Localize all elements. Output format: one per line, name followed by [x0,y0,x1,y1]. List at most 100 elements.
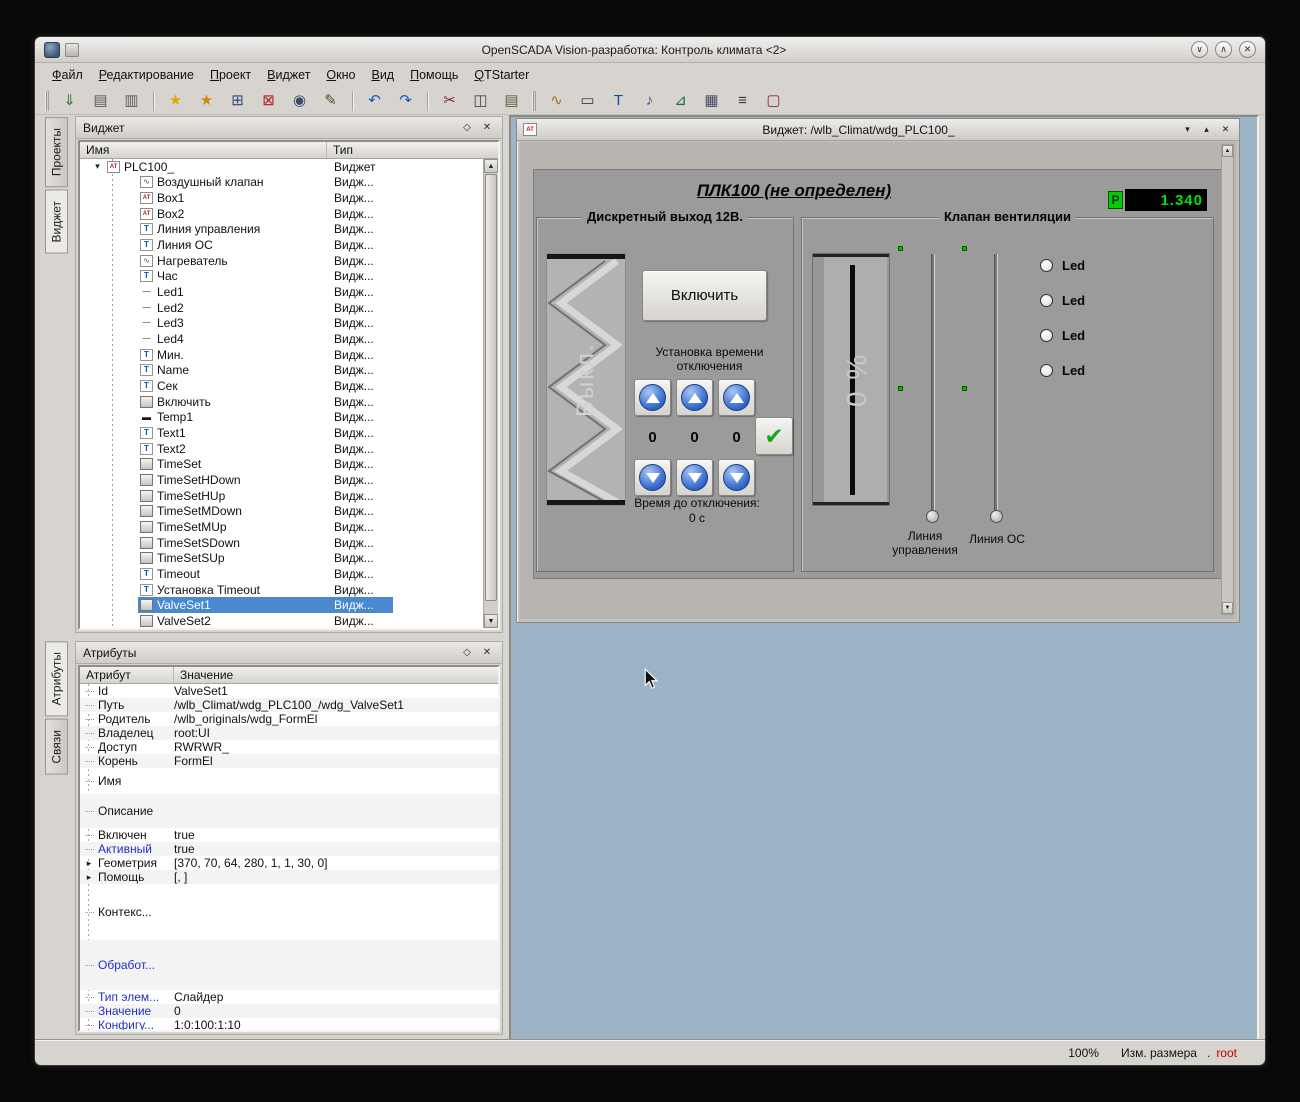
scroll-thumb[interactable] [485,174,497,601]
box-widget-button[interactable]: ▢ [759,89,788,113]
undo-button[interactable]: ↶ [360,89,389,113]
tree-item[interactable]: TNameВидж... [80,363,483,379]
attribute-row[interactable]: ▸Геометрия[370, 70, 64, 280, 1, 1, 30, 0… [80,856,498,870]
scroll-up-icon[interactable]: ▲ [1222,145,1233,157]
float-panel-icon[interactable]: ◇ [459,645,475,661]
tree-item[interactable]: TText2Видж... [80,441,483,457]
cut-button[interactable]: ✂ [435,89,464,113]
tree-item[interactable]: TimeSetSDownВидж... [80,535,483,551]
menu-item-widget[interactable]: Виджет [260,65,317,85]
tree-item[interactable]: TУстановка TimeoutВидж... [80,582,483,598]
tree-item[interactable]: —Led2Видж... [80,300,483,316]
tree-item[interactable]: —Led3Видж... [80,316,483,332]
attribute-row[interactable]: Родитель/wlb_originals/wdg_FormEl [80,712,498,726]
tree-item[interactable]: TЛиния управленияВидж... [80,222,483,238]
tree-item[interactable]: TСекВидж... [80,378,483,394]
load-from-db-button[interactable]: ▤ [86,89,115,113]
tree-item[interactable]: TimeSetВидж... [80,456,483,472]
tree-scrollbar[interactable]: ▲ ▼ [483,159,498,628]
attribute-row[interactable]: Путь/wlb_Climat/wdg_PLC100_/wdg_ValveSet… [80,698,498,712]
load-from-disk-button[interactable]: ⇓ [55,89,84,113]
redo-button[interactable]: ↷ [391,89,420,113]
attr-column-name[interactable]: Атрибут [80,667,174,683]
led-radio-icon[interactable] [1040,294,1053,307]
attribute-row[interactable]: Значение0 [80,1004,498,1018]
minutes-down-button[interactable] [676,459,713,496]
widget-panel-titlebar[interactable]: Виджет ◇ ✕ [76,117,502,139]
tree-item[interactable]: TЛиния ОСВидж... [80,237,483,253]
menu-item-project[interactable]: Проект [203,65,258,85]
apply-time-button[interactable]: ✔ [755,417,793,455]
attribute-row[interactable]: Включенtrue [80,828,498,842]
copy-button[interactable]: ◫ [466,89,495,113]
tree-item[interactable]: TЧасВидж... [80,269,483,285]
tree-column-name[interactable]: Имя [80,142,327,158]
delete-visual-item-button[interactable]: ⊠ [254,89,283,113]
elfigure-widget-button[interactable]: ∿ [542,89,571,113]
hours-up-button[interactable] [634,379,671,416]
attribute-row[interactable]: Имя [80,768,498,794]
tree-expander-icon[interactable]: ▾ [90,161,105,172]
tree-item[interactable]: ▾ATPLC100_Виджет [80,159,483,175]
widget-canvas[interactable]: ПЛК100 (не определен) P 1.340 Дискретный… [533,169,1230,579]
minutes-up-button[interactable] [676,379,713,416]
expand-arrow-icon[interactable]: ▸ [80,858,98,869]
diagram-widget-button[interactable]: ⊿ [666,89,695,113]
visual-item-properties-button[interactable]: ◉ [285,89,314,113]
tree-item[interactable]: TМин.Видж... [80,347,483,363]
float-panel-icon[interactable]: ◇ [459,120,475,136]
tree-item[interactable]: ВключитьВидж... [80,394,483,410]
attribute-row[interactable]: Обработ... [80,940,498,990]
visual-item-edit-button[interactable]: ✎ [316,89,345,113]
tree-item[interactable]: ∿Воздушный клапанВидж... [80,175,483,191]
editor-scrollbar[interactable]: ▲ ▼ [1221,144,1234,615]
tree-item[interactable]: ValveSet2Видж... [80,613,483,628]
tree-item[interactable]: TimeSetMDownВидж... [80,503,483,519]
scroll-up-icon[interactable]: ▲ [484,159,498,173]
paste-button[interactable]: ▤ [497,89,526,113]
menu-item-qtstarter[interactable]: QTStarter [467,65,536,85]
scroll-down-icon[interactable]: ▼ [1222,602,1233,614]
side-tab-links[interactable]: Связи [45,719,68,775]
close-panel-icon[interactable]: ✕ [479,120,495,136]
tree-item[interactable]: ▬Temp1Видж... [80,410,483,426]
editor-restore-icon[interactable]: ▴ [1199,122,1214,137]
attribute-row[interactable]: Конфигу...1:0:100:1:10 [80,1018,498,1030]
attribute-row[interactable]: ДоступRWRWR_ [80,740,498,754]
switch-on-button[interactable]: Включить [642,270,767,321]
tree-column-type[interactable]: Тип [327,142,498,158]
tree-item[interactable]: ValveSet1Видж... [80,597,483,613]
protocol-widget-button[interactable]: ▦ [697,89,726,113]
attribute-row[interactable]: Контекс... [80,884,498,940]
toolbar-handle[interactable] [45,91,49,111]
tree-item[interactable]: TimeSetHUpВидж... [80,488,483,504]
side-tab-widget[interactable]: Виджет [45,190,68,254]
tree-item[interactable]: TText1Видж... [80,425,483,441]
led-radio-icon[interactable] [1040,329,1053,342]
editor-titlebar[interactable]: AT Виджет: /wlb_Climat/wdg_PLC100_ ▾ ▴ ✕ [517,119,1239,141]
menu-item-help[interactable]: Помощь [403,65,465,85]
close-panel-icon[interactable]: ✕ [479,645,495,661]
minimize-button[interactable]: ∨ [1191,41,1208,58]
attribute-row[interactable]: ▸Помощь[, ] [80,870,498,884]
document-widget-button[interactable]: ≡ [728,89,757,113]
side-tab-projects[interactable]: Проекты [45,117,68,187]
led-radio-icon[interactable] [1040,364,1053,377]
attribute-row[interactable]: Тип элем...Слайдер [80,990,498,1004]
attribute-row[interactable]: Владелецroot:UI [80,726,498,740]
maximize-button[interactable]: ∧ [1215,41,1232,58]
new-library-button[interactable]: ★ [192,89,221,113]
tree-item[interactable]: —Led1Видж... [80,284,483,300]
toolbar-handle-2[interactable] [532,91,536,111]
tree-item[interactable]: TTimeoutВидж... [80,566,483,582]
save-to-db-button[interactable]: ▥ [117,89,146,113]
seconds-up-button[interactable] [718,379,755,416]
close-button[interactable]: ✕ [1239,41,1256,58]
attribute-row[interactable]: IdValveSet1 [80,684,498,698]
attribute-row[interactable]: Описание [80,794,498,828]
editor-shade-icon[interactable]: ▾ [1180,122,1195,137]
menu-item-edit[interactable]: Редактирование [92,65,201,85]
menu-item-window[interactable]: Окно [319,65,362,85]
side-tab-attributes[interactable]: Атрибуты [45,641,68,716]
tree-item[interactable]: TimeSetHDownВидж... [80,472,483,488]
